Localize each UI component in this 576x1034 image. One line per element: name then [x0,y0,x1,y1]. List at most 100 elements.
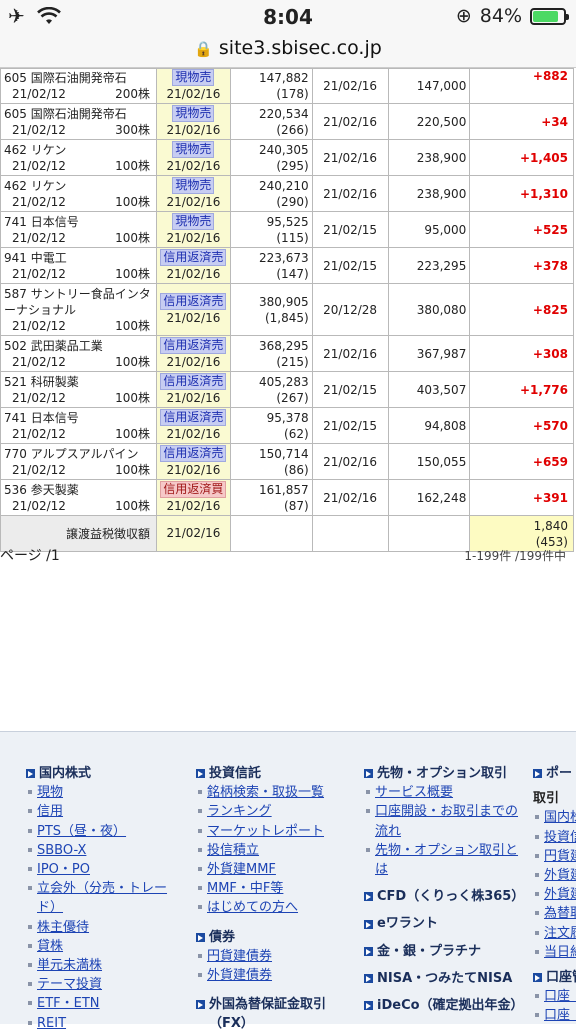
stock-name[interactable]: 770 アルプスアルパイン [4,446,153,462]
amount: 240,210 [259,178,309,193]
stock-name[interactable]: 462 リケン [4,142,153,158]
acquire-price: 403,507 [387,371,471,408]
footer-link[interactable]: 信用 [26,802,186,821]
footer-link[interactable]: 外貨建 [533,885,576,904]
trade-type-badge: 現物売 [172,140,215,158]
footer-link[interactable]: は [364,860,524,879]
footer-link[interactable]: 立会外（分売・トレー [26,879,186,898]
footer-link[interactable]: 貸株 [26,937,186,956]
arrow-square-icon [533,769,542,779]
amount: 95,378 [266,410,309,425]
table-row: 521 科研製薬 21/02/12 100株 信用返済売 21/02/16 405,283… [0,371,574,408]
footer-link[interactable]: ランキング [196,802,356,821]
footer-link[interactable]: 当日約 [533,943,576,962]
footer-link[interactable]: マーケットレポート [196,822,356,841]
footer-link[interactable]: MMF・中F等 [196,879,356,898]
footer-link[interactable]: 外貨建債券 [196,966,356,985]
footer-link[interactable]: 外貨建MMF [196,860,356,879]
fee: (178) [276,87,309,101]
footer-section-title[interactable]: 金・銀・プラチナ [364,942,524,961]
footer-section-title[interactable]: 外国為替保証金取引 [196,995,356,1014]
stock-name[interactable]: 536 参天製薬 [4,482,153,498]
orientation-lock-icon: ⊕ [455,5,472,27]
footer-link[interactable]: 流れ [364,822,524,841]
stock-name[interactable]: 741 日本信号 [4,214,153,230]
footer-link[interactable]: 投資信 [533,828,576,847]
stock-name-cont: ーナショナル [4,302,77,317]
profit: +378 [469,247,574,284]
footer-section-title[interactable]: NISA・つみたてNISA [364,969,524,988]
stock-name[interactable]: 587 サントリー食品インタ [4,286,153,302]
quantity: 100株 [115,318,150,333]
footer-section-title[interactable]: 債券 [196,928,356,947]
footer-link[interactable]: SBBO-X [26,841,186,860]
arrow-square-icon [196,932,205,942]
quantity: 100株 [115,390,150,405]
stock-name[interactable]: 605 国際石油開発帝石 [4,106,153,122]
fee: (295) [276,158,309,173]
arrow-square-icon [364,892,373,902]
footer-link[interactable]: 株主優待 [26,918,186,937]
footer-link[interactable]: 単元未満株 [26,956,186,975]
quantity: 200株 [115,87,150,101]
footer-section-title[interactable]: iDeCo（確定拠出年金） [364,996,524,1015]
fee: (290) [276,194,309,209]
footer-section-title[interactable]: 先物・オプション取引 [364,764,524,783]
amount: 223,673 [259,250,309,265]
footer-link[interactable]: 現物 [26,783,186,802]
amount: 368,295 [259,338,309,353]
footer-link[interactable]: 国内株 [533,808,576,827]
quantity: 100株 [115,462,150,477]
trade-date: 21/02/12 [12,462,66,477]
footer-section-title[interactable]: CFD（くりっく株365） [364,887,524,906]
acquire-date: 20/12/28 [311,283,389,336]
trade-type-badge: 現物売 [172,176,215,194]
battery-icon [530,7,569,25]
footer-link[interactable]: 口座（ [533,1006,576,1025]
footer-link[interactable]: 口座（ [533,987,576,1006]
footer-link[interactable]: 口座開設・お取引までの [364,802,524,821]
footer-link[interactable]: 円貨建 [533,847,576,866]
address-bar[interactable]: 🔒 site3.sbisec.co.jp [0,34,576,68]
footer-section-title[interactable]: 投資信託 [196,764,356,783]
fee: (87) [284,498,309,513]
footer-link[interactable]: はじめての方へ [196,898,356,917]
stock-name[interactable]: 462 リケン [4,178,153,194]
profit: +391 [469,479,574,516]
footer-link[interactable]: ETF・ETN [26,994,186,1013]
footer-section-title[interactable]: ポート [533,764,576,783]
stock-name[interactable]: 521 科研製薬 [4,374,153,390]
footer-link[interactable]: 外貨建 [533,866,576,885]
footer-link[interactable]: 銘柄検索・取扱一覧 [196,783,356,802]
settle-date: 21/02/16 [166,158,221,173]
stock-name[interactable]: 741 日本信号 [4,410,153,426]
footer-link[interactable]: サービス概要 [364,783,524,802]
table-row: 741 日本信号 21/02/12 100株 現物売 21/02/16 95,525 (11… [0,211,574,248]
footer-section-title[interactable]: 国内株式 [26,764,186,783]
footer-link[interactable]: 注文履 [533,924,576,943]
acquire-date: 21/02/15 [311,371,389,408]
trade-type-badge: 現物売 [172,104,215,122]
settle-date: 21/02/16 [166,230,221,245]
footer-link[interactable]: 為替取 [533,904,576,923]
footer-link[interactable]: 円貨建債券 [196,947,356,966]
footer-link[interactable]: PTS（昼・夜） [26,822,186,841]
stock-name[interactable]: 502 武田薬品工業 [4,338,153,354]
footer-section-title[interactable]: 口座管 [533,968,576,987]
footer-link[interactable]: REIT [26,1014,186,1033]
footer-link[interactable]: ド） [26,898,186,917]
acquire-price: 150,055 [387,443,471,480]
stock-name[interactable]: 605 国際石油開発帝石 [4,70,153,86]
amount: 380,905 [259,294,309,309]
settle-date: 21/02/16 [166,310,221,325]
footer-link[interactable]: IPO・PO [26,860,186,879]
acquire-price: 223,295 [387,247,471,284]
footer-link[interactable]: 先物・オプション取引と [364,841,524,860]
footer-section-title[interactable]: eワラント [364,914,524,933]
settle-date: 21/02/16 [166,194,221,209]
footer-link[interactable]: 投信積立 [196,841,356,860]
footer-link[interactable]: テーマ投資 [26,975,186,994]
stock-name[interactable]: 941 中電工 [4,250,153,266]
table-row: 605 国際石油開発帝石 21/02/12 200株 現物売 21/02/16 14… [0,68,574,104]
arrow-square-icon [196,769,205,779]
